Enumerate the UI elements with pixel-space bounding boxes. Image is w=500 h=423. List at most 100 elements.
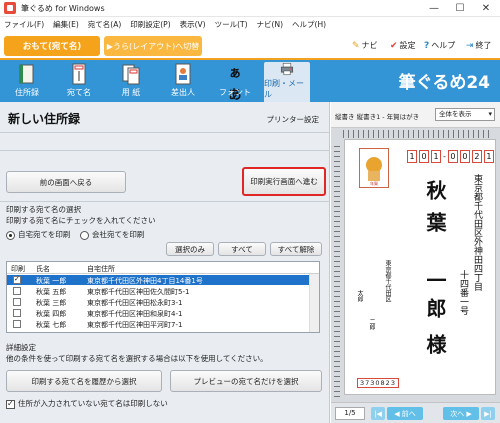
preview-footer: 1/5 |◀ ◀ 前へ 次へ ▶ ▶| [331, 402, 500, 423]
radio-home[interactable]: 自宅宛てを印刷 [6, 229, 70, 240]
printer-icon [280, 62, 294, 76]
sender-zip: 3730823 [357, 378, 399, 388]
help-button[interactable]: ? ヘルプ [424, 40, 455, 51]
tool-address-book[interactable]: 住所録 [4, 62, 50, 100]
page-title: 新しい住所録 [8, 112, 81, 126]
divider [0, 132, 330, 133]
settings-icon: ✔ [390, 40, 398, 51]
menu-edit[interactable]: 編集(E) [53, 19, 79, 30]
clear-all-button[interactable]: すべて解除 [270, 242, 322, 256]
ruler-vertical [334, 142, 340, 397]
exit-icon: ⇥ [466, 40, 474, 51]
go-to-print-button[interactable]: 印刷実行画面へ進む [242, 167, 326, 196]
prev-page-button[interactable]: ◀ 前へ [387, 407, 423, 420]
row-checkbox[interactable] [13, 275, 21, 284]
table-row[interactable]: 秋葉 七郎 東京都千代田区神田平河町7-1 [7, 319, 310, 329]
skip-no-address-checkbox[interactable]: 住所が入力されていない宛て名は印刷しない [6, 398, 168, 409]
tool-paper[interactable]: 用 紙 [108, 62, 154, 100]
stamp-icon: 年賀 [366, 157, 382, 186]
select-preview-only-button[interactable]: プレビューの宛て名だけを選択 [170, 370, 322, 392]
app-icon [4, 2, 16, 14]
sender-address: 東京都千代田区 [384, 260, 391, 302]
layout-label: 縦書き 縦書き1 - 年賀はがき [335, 113, 420, 121]
table-row[interactable]: 秋葉 一郎 東京都千代田区外神田4丁目14番1号 [7, 275, 310, 285]
select-only-button[interactable]: 選択のみ [166, 242, 214, 256]
ruler-horizontal [343, 130, 493, 138]
menu-address[interactable]: 宛て名(A) [88, 19, 121, 30]
font-icon: ぁあ [228, 66, 242, 103]
select-all-button[interactable]: すべて [218, 242, 266, 256]
radio-company[interactable]: 会社宛てを印刷 [80, 229, 144, 240]
row-name: 秋葉 三郎 [36, 299, 67, 307]
row-address: 東京都千代田区神田松永町3-1 [87, 299, 183, 307]
preview-header: 縦書き 縦書き1 - 年賀はがき 全体を表示 [331, 102, 500, 128]
preview-panel: 縦書き 縦書き1 - 年賀はがき 全体を表示 年賀 1 0 1 - 0 0 2 … [331, 102, 500, 423]
minimize-button[interactable]: — [420, 0, 448, 17]
row-address: 東京都千代田区外神田4丁目14番1号 [87, 277, 203, 285]
tool-font[interactable]: ぁあ フォント [212, 62, 258, 103]
detail-section-title: 詳細設定 [6, 343, 36, 352]
first-page-button[interactable]: |◀ [371, 407, 385, 420]
printer-settings-link[interactable]: プリンター設定 [267, 114, 320, 125]
stamp-image: 年賀 [359, 148, 389, 188]
sender-name-2: 太郎 [356, 290, 363, 302]
row-address: 東京都千代田区神田佐久間町5-1 [87, 288, 190, 296]
detail-hint: 他の条件を使って印刷する宛て名を選択する場合は以下を使用してください。 [6, 354, 268, 363]
row-name: 秋葉 四郎 [36, 310, 67, 318]
select-section-title: 印刷する宛て名の選択 [6, 205, 81, 214]
recipient-address-2: 十四番一号 [458, 270, 468, 315]
table-scrollbar[interactable] [309, 274, 319, 332]
print-settings-panel: 新しい住所録 プリンター設定 前の画面へ戻る 印刷実行画面へ進む 印刷する宛て名… [0, 102, 330, 423]
col-name[interactable]: 氏名 [36, 264, 50, 274]
recipient-honorific: 様 [423, 334, 447, 354]
radio-home-indicator[interactable] [6, 230, 15, 240]
menu-help[interactable]: ヘルプ(H) [292, 19, 326, 30]
address-table: 印刷 氏名 自宅住所 秋葉 一郎 東京都千代田区外神田4丁目14番1号 秋葉 五… [6, 261, 320, 333]
menu-view[interactable]: 表示(V) [180, 19, 206, 30]
next-page-button[interactable]: 次へ ▶ [443, 407, 479, 420]
row-name: 秋葉 一郎 [36, 277, 67, 285]
divider [0, 150, 330, 151]
tab-back-layout[interactable]: ▶うら(レイアウト)へ切替 [104, 36, 202, 56]
table-row[interactable]: 秋葉 五郎 東京都千代田区神田佐久間町5-1 [7, 286, 310, 296]
skip-no-address-box[interactable] [6, 399, 15, 409]
navi-button[interactable]: ✎ ナビ [352, 40, 378, 51]
window-title: 筆ぐるめ for Windows [21, 3, 105, 13]
col-address[interactable]: 自宅住所 [87, 264, 115, 274]
select-hint: 印刷する宛て名にチェックを入れてください [6, 216, 156, 225]
select-from-history-button[interactable]: 印刷する宛て名を履歴から選択 [6, 370, 162, 392]
menu-bar: ファイル(F) 編集(E) 宛て名(A) 印刷設定(P) 表示(V) ツール(T… [0, 17, 500, 32]
row-checkbox[interactable] [13, 309, 21, 317]
row-checkbox[interactable] [13, 320, 21, 328]
menu-tools[interactable]: ツール(T) [215, 19, 248, 30]
settings-button[interactable]: ✔ 設定 [390, 40, 416, 51]
address-book-icon [19, 64, 34, 84]
svg-text:年賀: 年賀 [370, 180, 378, 186]
row-name: 秋葉 七郎 [36, 321, 67, 329]
brand-logo: 筆ぐるめ24 [398, 73, 490, 93]
back-button[interactable]: 前の画面へ戻る [6, 171, 126, 193]
postcard-icon [72, 63, 86, 85]
last-page-button[interactable]: ▶| [481, 407, 495, 420]
row-checkbox[interactable] [13, 298, 21, 306]
navi-icon: ✎ [352, 40, 360, 51]
table-row[interactable]: 秋葉 三郎 東京都千代田区神田松永町3-1 [7, 297, 310, 307]
tool-print-mail[interactable]: 印刷・メール [264, 62, 310, 102]
menu-print-settings[interactable]: 印刷設定(P) [130, 19, 170, 30]
maximize-button[interactable]: ☐ [446, 0, 474, 17]
tool-sender[interactable]: 差出人 [160, 62, 206, 100]
help-icon: ? [424, 40, 430, 51]
col-print[interactable]: 印刷 [11, 264, 25, 274]
exit-button[interactable]: ⇥ 終了 [466, 40, 492, 51]
tool-address[interactable]: 宛て名 [56, 62, 102, 100]
table-header: 印刷 氏名 自宅住所 [7, 262, 319, 274]
close-button[interactable]: ✕ [472, 0, 500, 17]
view-select[interactable]: 全体を表示 [435, 108, 495, 121]
row-checkbox[interactable] [13, 287, 21, 295]
recipient-given-name: 一郎 [423, 270, 447, 326]
radio-company-indicator[interactable] [80, 230, 89, 240]
menu-file[interactable]: ファイル(F) [4, 19, 44, 30]
menu-navi[interactable]: ナビ(N) [257, 19, 283, 30]
tab-front-address[interactable]: おもて(宛て名) [4, 36, 100, 56]
table-row[interactable]: 秋葉 四郎 東京都千代田区神田和泉町4-1 [7, 308, 310, 318]
